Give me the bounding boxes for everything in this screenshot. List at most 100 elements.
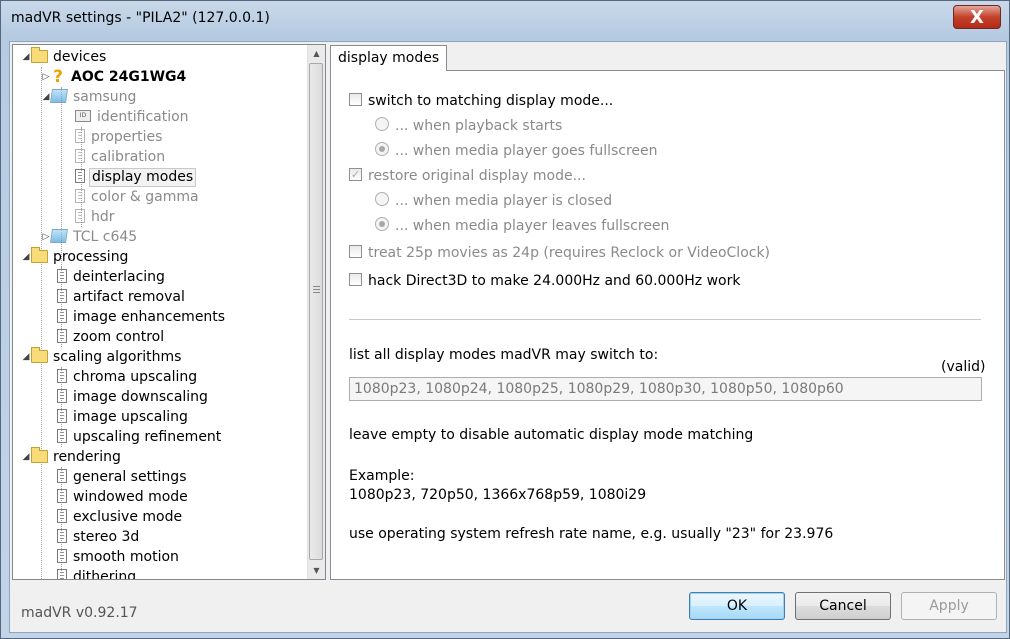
display-modes-input[interactable]: 1080p23, 1080p24, 1080p25, 1080p29, 1080… [349, 377, 982, 401]
tree-item-samsung[interactable]: ◢ samsung [41, 87, 138, 107]
collapse-icon[interactable]: ◢ [21, 347, 31, 367]
restore-original-checkbox[interactable]: ✓ [349, 167, 362, 181]
page-icon [75, 149, 85, 163]
settings-tree[interactable]: ◢ devices ▷? AOC 24G1WG4 ◢ samsung ID identi… [12, 44, 326, 580]
display-modes-panel: switch to matching display mode... ... w… [330, 70, 1005, 580]
apply-button[interactable]: Apply [901, 592, 997, 620]
tree-item-identification[interactable]: ID identification [75, 107, 191, 127]
tree-item-tcl-c645[interactable]: ▷ TCL c645 [41, 227, 139, 247]
page-icon [57, 509, 67, 523]
tree-item-display-modes[interactable]: display modes [75, 167, 197, 187]
tree-item-properties[interactable]: properties [75, 127, 164, 147]
scroll-down-arrow-icon[interactable]: ▼ [308, 562, 325, 579]
monitor-icon [50, 89, 68, 103]
page-icon [57, 529, 67, 543]
tree-item-color-gamma[interactable]: color & gamma [75, 187, 201, 207]
page-icon [57, 309, 67, 323]
page-icon [57, 289, 67, 303]
expand-icon[interactable]: ▷ [41, 227, 51, 247]
question-mark-icon: ? [53, 67, 63, 87]
hint-os-text: use operating system refresh rate name, … [349, 526, 834, 542]
page-icon [75, 209, 85, 223]
tree-item-zoom-control[interactable]: zoom control [57, 327, 166, 347]
grip-icon [313, 286, 320, 295]
when-playback-starts-radio[interactable] [375, 117, 389, 131]
tree-item-scaling-algorithms[interactable]: ◢ scaling algorithms [21, 346, 183, 367]
tree-item-hdr[interactable]: hdr [75, 207, 117, 227]
treat-25p-checkbox[interactable] [349, 244, 362, 258]
when-fullscreen-option[interactable]: ... when media player goes fullscreen [375, 141, 658, 161]
tree-item-image-enhancements[interactable]: image enhancements [57, 307, 227, 327]
page-icon [57, 369, 67, 383]
folder-icon [31, 446, 48, 463]
tree-item-chroma-upscaling[interactable]: chroma upscaling [57, 367, 199, 387]
ok-button[interactable]: OK [689, 592, 785, 620]
restore-original-option[interactable]: ✓ restore original display mode... [349, 166, 586, 186]
when-closed-option[interactable]: ... when media player is closed [375, 191, 612, 211]
treat-25p-option[interactable]: treat 25p movies as 24p (requires Recloc… [349, 243, 770, 263]
when-closed-radio[interactable] [375, 192, 389, 206]
tree-item-smooth-motion[interactable]: smooth motion [57, 547, 181, 567]
window-title: madVR settings - "PILA2" (127.0.0.1) [11, 10, 270, 26]
scroll-up-arrow-icon[interactable]: ▲ [308, 45, 325, 62]
collapse-icon[interactable]: ◢ [41, 87, 51, 107]
page-icon [57, 569, 67, 579]
collapse-icon[interactable]: ◢ [21, 247, 31, 267]
page-icon [57, 489, 67, 503]
page-icon [57, 469, 67, 483]
folder-icon [31, 46, 48, 63]
id-card-icon: ID [75, 110, 91, 122]
page-icon [57, 429, 67, 443]
page-icon [57, 549, 67, 563]
tree-item-devices[interactable]: ◢ devices [21, 46, 108, 67]
monitor-icon [50, 229, 68, 243]
tree-scrollbar[interactable]: ▲ ▼ [307, 45, 325, 579]
hack-direct3d-option[interactable]: hack Direct3D to make 24.000Hz and 60.00… [349, 271, 740, 291]
tree-item-aoc-24g1wg4[interactable]: ▷? AOC 24G1WG4 [41, 67, 188, 87]
switch-matching-option[interactable]: switch to matching display mode... [349, 91, 613, 111]
page-icon [75, 189, 85, 203]
page-icon [57, 409, 67, 423]
tree-item-stereo-3d[interactable]: stereo 3d [57, 527, 141, 547]
tree-item-dithering[interactable]: dithering [57, 567, 138, 579]
tree-item-calibration[interactable]: calibration [75, 147, 167, 167]
hack-direct3d-checkbox[interactable] [349, 272, 362, 286]
switch-matching-checkbox[interactable] [349, 92, 362, 106]
page-icon [57, 329, 67, 343]
tree-item-general-settings[interactable]: general settings [57, 467, 189, 487]
page-icon [75, 129, 85, 143]
close-button[interactable]: X [953, 5, 1001, 29]
folder-icon [31, 346, 48, 363]
separator [349, 319, 981, 320]
page-icon [57, 269, 67, 283]
tree-item-upscaling-refinement[interactable]: upscaling refinement [57, 427, 223, 447]
page-icon [75, 169, 85, 183]
scroll-thumb[interactable] [309, 63, 323, 560]
version-label: madVR v0.92.17 [21, 605, 138, 621]
tree-item-deinterlacing[interactable]: deinterlacing [57, 267, 167, 287]
page-icon [57, 389, 67, 403]
tree-item-windowed-mode[interactable]: windowed mode [57, 487, 190, 507]
modes-list-label: list all display modes madVR may switch … [349, 347, 659, 363]
tree-item-exclusive-mode[interactable]: exclusive mode [57, 507, 184, 527]
tree-item-rendering[interactable]: ◢ rendering [21, 446, 123, 467]
expand-icon[interactable]: ▷ [41, 67, 51, 87]
tree-item-artifact-removal[interactable]: artifact removal [57, 287, 187, 307]
tab-display-modes[interactable]: display modes [330, 45, 448, 71]
when-leaves-fullscreen-option[interactable]: ... when media player leaves fullscreen [375, 216, 669, 236]
title-bar[interactable]: madVR settings - "PILA2" (127.0.0.1) X [1, 1, 1009, 35]
when-fullscreen-radio[interactable] [375, 142, 389, 156]
settings-window: madVR settings - "PILA2" (127.0.0.1) X ◢… [0, 0, 1010, 639]
tree-item-processing[interactable]: ◢ processing [21, 246, 130, 267]
tree-line [41, 67, 42, 579]
when-playback-starts-option[interactable]: ... when playback starts [375, 116, 562, 136]
cancel-button[interactable]: Cancel [795, 592, 891, 620]
collapse-icon[interactable]: ◢ [21, 47, 31, 67]
when-leaves-fullscreen-radio[interactable] [375, 217, 389, 231]
tree-item-image-downscaling[interactable]: image downscaling [57, 387, 210, 407]
hint-empty-text: leave empty to disable automatic display… [349, 427, 754, 443]
tree-item-image-upscaling[interactable]: image upscaling [57, 407, 190, 427]
modes-valid-label: (valid) [941, 359, 986, 375]
example-label: Example: [349, 468, 415, 484]
collapse-icon[interactable]: ◢ [21, 447, 31, 467]
